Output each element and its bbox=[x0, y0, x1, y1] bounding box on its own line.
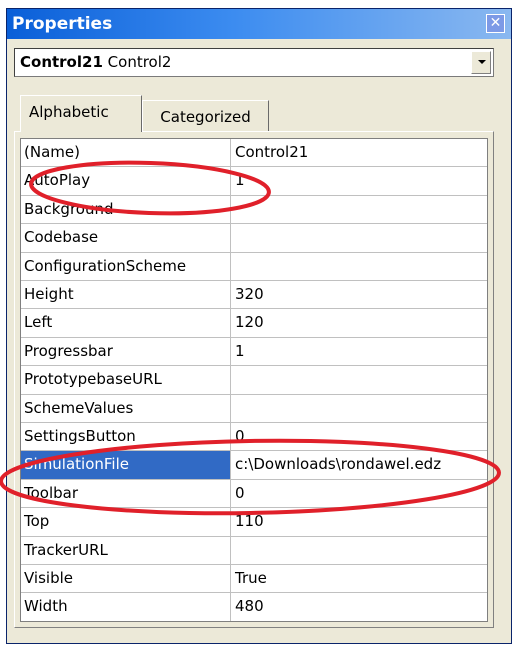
property-row[interactable]: TrackerURL bbox=[21, 536, 487, 565]
property-row[interactable]: PrototypebaseURL bbox=[21, 366, 487, 395]
property-name[interactable]: PrototypebaseURL bbox=[21, 366, 231, 394]
property-value[interactable]: True bbox=[231, 565, 487, 592]
property-row[interactable]: Width 480 bbox=[21, 593, 487, 621]
property-name[interactable]: AutoPlay bbox=[21, 167, 231, 195]
object-selector-dropdown[interactable]: Control21 Control2 bbox=[14, 48, 494, 77]
property-value[interactable] bbox=[231, 196, 487, 223]
property-value[interactable] bbox=[231, 537, 487, 564]
property-value[interactable]: 320 bbox=[231, 281, 487, 308]
property-value[interactable]: 480 bbox=[231, 593, 487, 620]
property-name[interactable]: Toolbar bbox=[21, 479, 231, 508]
property-name[interactable]: Background bbox=[21, 195, 231, 224]
close-icon[interactable]: ✕ bbox=[486, 14, 505, 33]
property-value[interactable]: 1 bbox=[231, 338, 487, 365]
property-value[interactable]: c:\Downloads\rondawel.edz bbox=[231, 451, 487, 478]
tab-alphabetic[interactable]: Alphabetic bbox=[20, 95, 142, 132]
property-row[interactable]: Toolbar 0 bbox=[21, 479, 487, 509]
property-row[interactable]: Background bbox=[21, 195, 487, 225]
property-name[interactable]: ConfigurationScheme bbox=[21, 252, 231, 280]
property-row[interactable]: Codebase bbox=[21, 224, 487, 253]
property-value[interactable] bbox=[231, 253, 487, 280]
property-name[interactable]: (Name) bbox=[21, 139, 231, 167]
property-row[interactable]: SimulationFile c:\Downloads\rondawel.edz bbox=[21, 451, 487, 480]
property-row[interactable]: SettingsButton 0 bbox=[21, 423, 487, 452]
property-value[interactable]: 0 bbox=[231, 423, 487, 450]
property-name[interactable]: Top bbox=[21, 508, 231, 536]
property-name[interactable]: SimulationFile bbox=[21, 451, 231, 479]
property-name[interactable]: Height bbox=[21, 281, 231, 309]
chevron-down-icon[interactable] bbox=[471, 51, 491, 74]
property-value[interactable]: Control21 bbox=[231, 139, 487, 166]
property-grid: (Name) Control21 AutoPlay 1 Background Codeba… bbox=[20, 138, 488, 622]
property-value[interactable] bbox=[231, 366, 487, 393]
property-value[interactable] bbox=[231, 395, 487, 422]
window-title: Properties bbox=[12, 14, 113, 34]
object-name: Control21 bbox=[20, 53, 103, 71]
property-name[interactable]: Width bbox=[21, 593, 231, 621]
property-name[interactable]: TrackerURL bbox=[21, 536, 231, 564]
property-row[interactable]: Visible True bbox=[21, 565, 487, 594]
property-value[interactable]: 120 bbox=[231, 309, 487, 336]
property-value[interactable]: 110 bbox=[231, 508, 487, 535]
property-name[interactable]: SchemeValues bbox=[21, 394, 231, 422]
property-row[interactable]: SchemeValues bbox=[21, 394, 487, 423]
property-name[interactable]: SettingsButton bbox=[21, 423, 231, 451]
property-value[interactable]: 0 bbox=[231, 480, 487, 507]
property-row[interactable]: ConfigurationScheme bbox=[21, 252, 487, 281]
property-name[interactable]: Visible bbox=[21, 565, 231, 593]
property-row[interactable]: Top 110 bbox=[21, 508, 487, 537]
tab-categorized[interactable]: Categorized bbox=[142, 100, 269, 132]
property-value[interactable] bbox=[231, 224, 487, 251]
property-value[interactable]: 1 bbox=[231, 167, 487, 194]
property-name[interactable]: Progressbar bbox=[21, 337, 231, 366]
property-name[interactable]: Left bbox=[21, 309, 231, 337]
property-row[interactable]: (Name) Control21 bbox=[21, 139, 487, 168]
object-selector-value: Control21 Control2 bbox=[20, 53, 171, 71]
property-name[interactable]: Codebase bbox=[21, 224, 231, 252]
title-bar[interactable]: Properties ✕ bbox=[7, 9, 511, 39]
object-type: Control2 bbox=[107, 53, 172, 71]
property-row[interactable]: Left 120 bbox=[21, 309, 487, 338]
property-row[interactable]: AutoPlay 1 bbox=[21, 167, 487, 196]
property-row[interactable]: Height 320 bbox=[21, 281, 487, 310]
property-row[interactable]: Progressbar 1 bbox=[21, 337, 487, 367]
